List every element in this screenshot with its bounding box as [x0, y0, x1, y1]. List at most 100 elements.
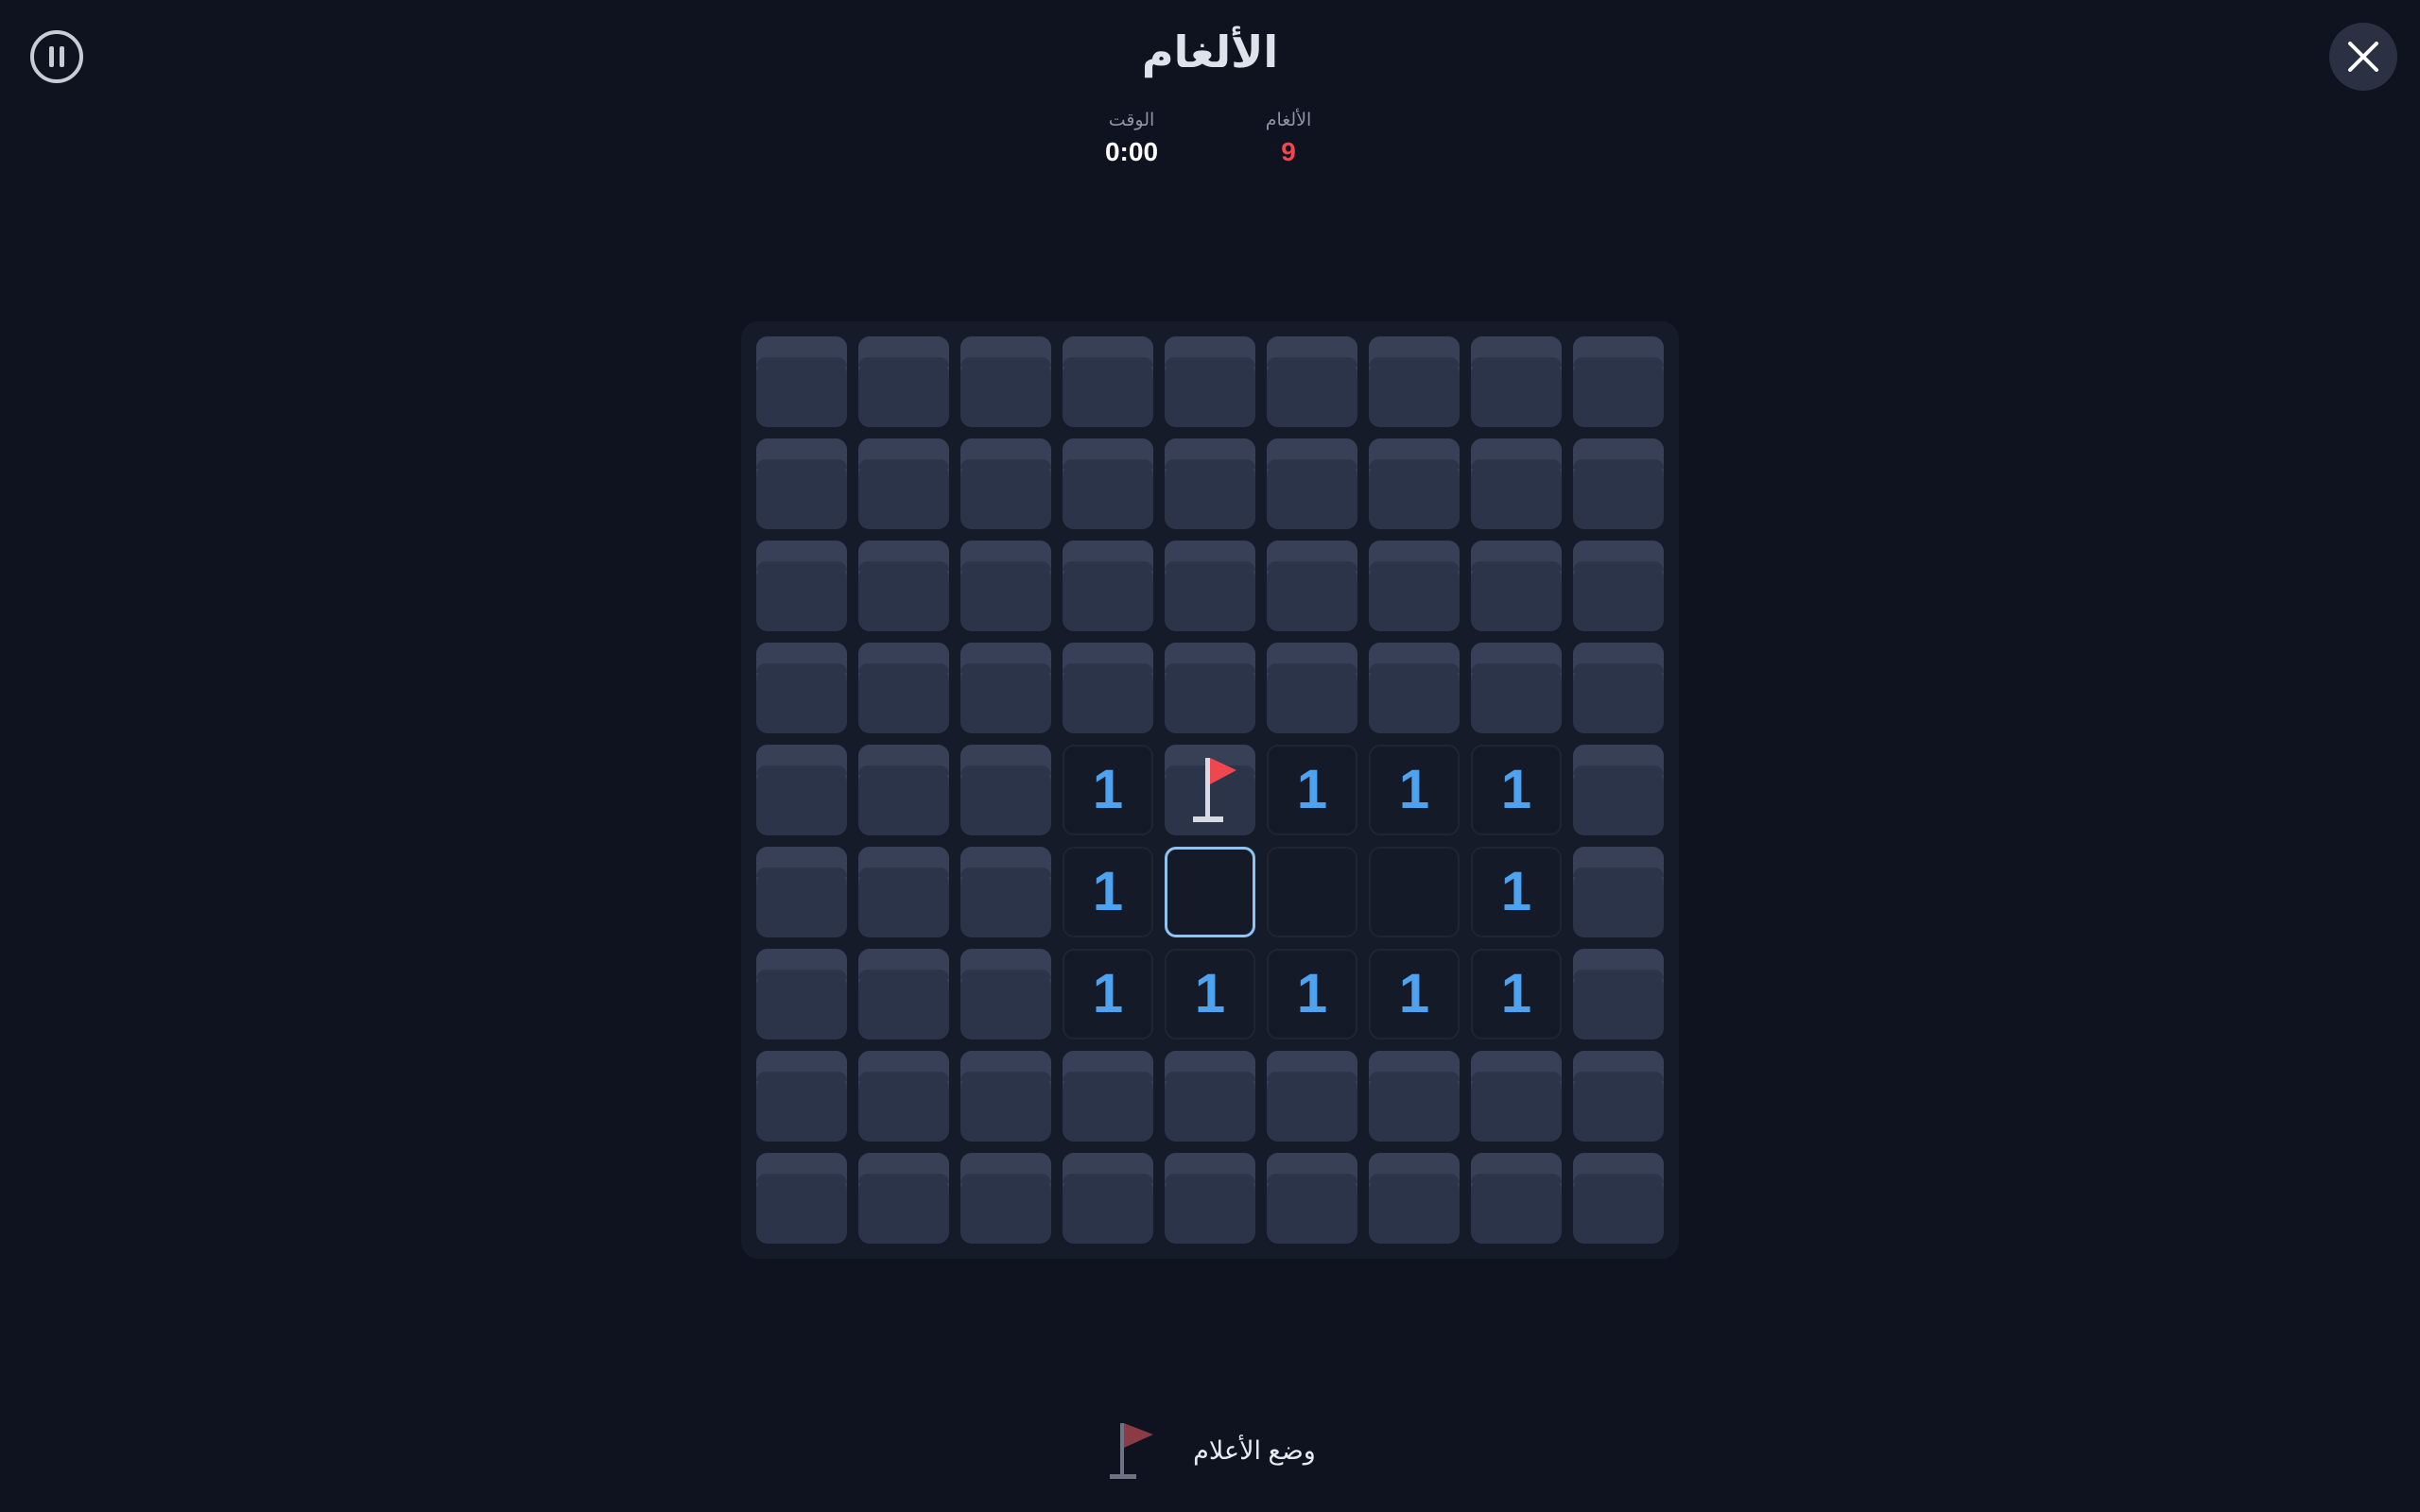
hidden-cell[interactable]	[960, 847, 1051, 937]
hidden-cell[interactable]	[858, 949, 949, 1040]
hidden-cell[interactable]	[858, 336, 949, 427]
number-cell[interactable]: 1	[1063, 949, 1153, 1040]
hidden-cell[interactable]	[858, 1153, 949, 1244]
hidden-cell[interactable]	[1573, 438, 1664, 529]
hidden-cell[interactable]	[858, 541, 949, 631]
cell-number: 1	[1398, 759, 1430, 820]
hidden-cell[interactable]	[1063, 643, 1153, 733]
flag-mode-toggle[interactable]: وضع الأعلام	[0, 1418, 2420, 1484]
number-cell[interactable]: 1	[1471, 745, 1562, 835]
hidden-cell[interactable]	[858, 643, 949, 733]
hidden-cell[interactable]	[960, 1051, 1051, 1142]
hidden-cell[interactable]	[1369, 643, 1460, 733]
hidden-cell[interactable]	[960, 336, 1051, 427]
hidden-cell[interactable]	[1063, 1153, 1153, 1244]
hidden-cell[interactable]	[1165, 438, 1255, 529]
hidden-cell[interactable]	[1063, 336, 1153, 427]
hidden-cell[interactable]	[1573, 1153, 1664, 1244]
hidden-cell[interactable]	[960, 1153, 1051, 1244]
empty-cell[interactable]	[1267, 847, 1357, 937]
minesweeper-screen: الألغام الألغام 9 الوقت 0:00 11111111111…	[0, 0, 2420, 1512]
number-cell[interactable]: 1	[1369, 745, 1460, 835]
hidden-cell[interactable]	[756, 1153, 847, 1244]
hidden-cell[interactable]	[1573, 745, 1664, 835]
hidden-cell[interactable]	[756, 438, 847, 529]
hidden-cell[interactable]	[756, 541, 847, 631]
stats-bar: الألغام 9 الوقت 0:00	[0, 110, 2420, 167]
hidden-cell[interactable]	[756, 643, 847, 733]
hidden-cell[interactable]	[1267, 1051, 1357, 1142]
hidden-cell[interactable]	[1267, 336, 1357, 427]
hidden-cell[interactable]	[1267, 541, 1357, 631]
hidden-cell[interactable]	[1573, 1051, 1664, 1142]
cell-number: 1	[1500, 861, 1532, 922]
hidden-cell[interactable]	[1063, 438, 1153, 529]
close-button[interactable]	[2329, 23, 2397, 91]
number-cell[interactable]: 1	[1369, 949, 1460, 1040]
hidden-cell[interactable]	[858, 745, 949, 835]
hidden-cell[interactable]	[1063, 541, 1153, 631]
hidden-cell[interactable]	[858, 1051, 949, 1142]
hidden-cell[interactable]	[858, 438, 949, 529]
number-cell[interactable]: 1	[1165, 949, 1255, 1040]
hidden-cell[interactable]	[1471, 643, 1562, 733]
mines-label: الألغام	[1265, 111, 1312, 130]
hidden-cell[interactable]	[1471, 1153, 1562, 1244]
hidden-cell[interactable]	[1165, 643, 1255, 733]
hidden-cell[interactable]	[756, 745, 847, 835]
hidden-cell[interactable]	[756, 1051, 847, 1142]
hidden-cell[interactable]	[1165, 336, 1255, 427]
hidden-cell[interactable]	[1165, 1153, 1255, 1244]
close-icon	[2348, 42, 2378, 72]
hidden-cell[interactable]	[1573, 949, 1664, 1040]
number-cell[interactable]: 1	[1471, 847, 1562, 937]
hidden-cell[interactable]	[960, 949, 1051, 1040]
cell-number: 1	[1500, 759, 1532, 820]
number-cell[interactable]: 1	[1063, 847, 1153, 937]
time-label: الوقت	[1108, 111, 1155, 130]
cell-number: 1	[1296, 963, 1328, 1024]
time-value: 0:00	[1104, 137, 1159, 166]
flag-icon	[1193, 758, 1236, 822]
hidden-cell[interactable]	[1369, 1051, 1460, 1142]
hidden-cell[interactable]	[1369, 438, 1460, 529]
hidden-cell[interactable]	[1063, 1051, 1153, 1142]
hidden-cell[interactable]	[756, 949, 847, 1040]
hidden-cell[interactable]	[1573, 643, 1664, 733]
hidden-cell[interactable]	[1573, 541, 1664, 631]
number-cell[interactable]: 1	[1267, 745, 1357, 835]
hidden-cell[interactable]	[1573, 847, 1664, 937]
number-cell[interactable]: 1	[1471, 949, 1562, 1040]
number-cell[interactable]: 1	[1267, 949, 1357, 1040]
hidden-cell[interactable]	[1165, 1051, 1255, 1142]
hidden-cell[interactable]	[1267, 1153, 1357, 1244]
flagged-cell[interactable]	[1165, 745, 1255, 835]
hidden-cell[interactable]	[1369, 1153, 1460, 1244]
number-cell[interactable]: 1	[1063, 745, 1153, 835]
hidden-cell[interactable]	[960, 643, 1051, 733]
hidden-cell[interactable]	[858, 847, 949, 937]
hidden-cell[interactable]	[1471, 438, 1562, 529]
hidden-cell[interactable]	[1369, 336, 1460, 427]
hidden-cell[interactable]	[960, 541, 1051, 631]
hidden-cell[interactable]	[1471, 1051, 1562, 1142]
hidden-cell[interactable]	[1369, 541, 1460, 631]
cell-number: 1	[1500, 963, 1532, 1024]
hidden-cell[interactable]	[756, 847, 847, 937]
hidden-cell[interactable]	[1573, 336, 1664, 427]
hidden-cell[interactable]	[960, 745, 1051, 835]
selected-cell[interactable]	[1165, 847, 1255, 937]
timer: الوقت 0:00	[1100, 110, 1163, 167]
hidden-cell[interactable]	[1267, 438, 1357, 529]
flag-icon	[1110, 1423, 1154, 1479]
hidden-cell[interactable]	[1267, 643, 1357, 733]
cell-number: 1	[1398, 963, 1430, 1024]
hidden-cell[interactable]	[756, 336, 847, 427]
flag-mode-label: وضع الأعلام	[1193, 1435, 1316, 1465]
cell-number: 1	[1194, 963, 1226, 1024]
empty-cell[interactable]	[1369, 847, 1460, 937]
hidden-cell[interactable]	[1471, 336, 1562, 427]
hidden-cell[interactable]	[1165, 541, 1255, 631]
hidden-cell[interactable]	[960, 438, 1051, 529]
hidden-cell[interactable]	[1471, 541, 1562, 631]
